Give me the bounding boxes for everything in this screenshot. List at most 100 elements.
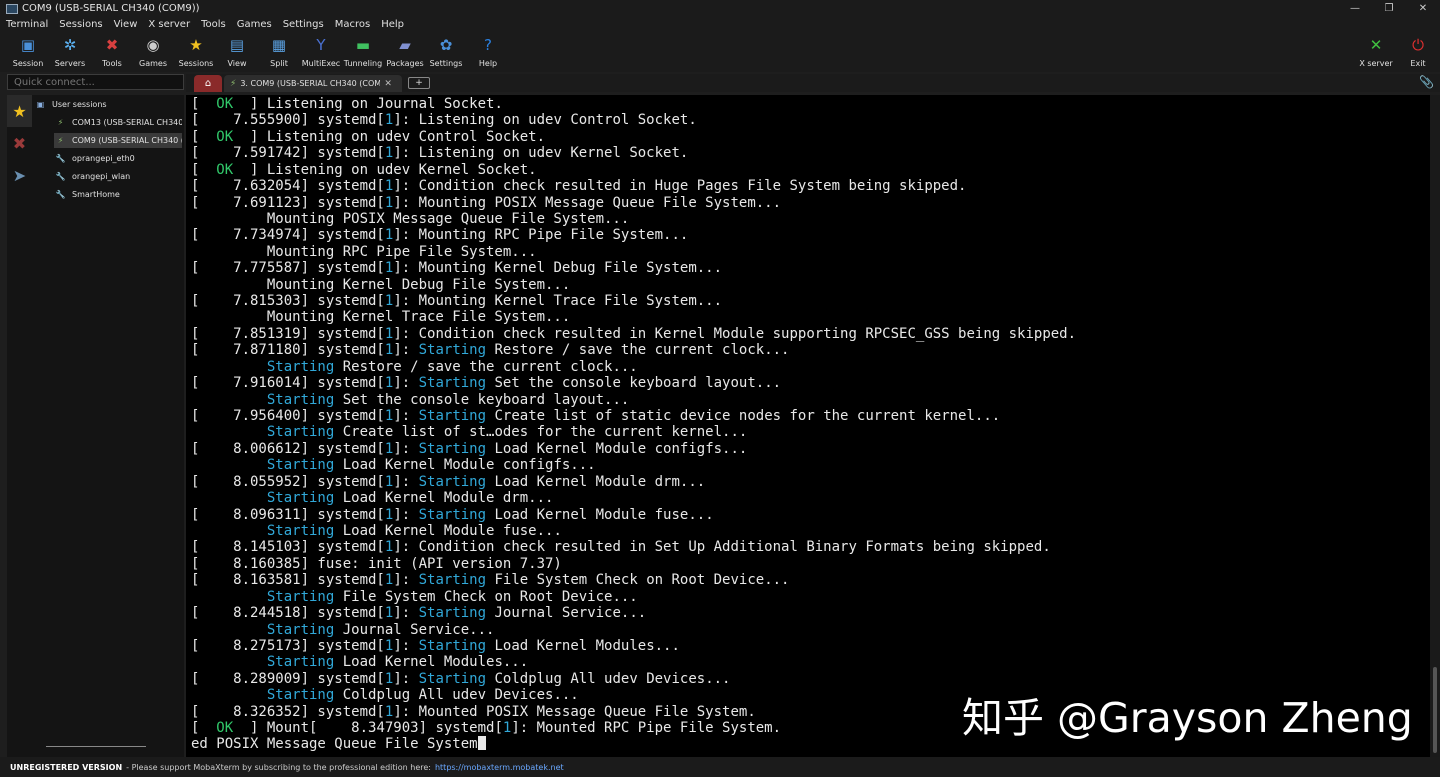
close-window-button[interactable]: ✕ (1406, 0, 1440, 17)
terminal-output[interactable]: [ OK ] Listening on Journal Socket.[ 7.5… (186, 95, 1430, 757)
close-tab-icon[interactable]: ✕ (384, 79, 392, 89)
menu-sessions[interactable]: Sessions (59, 19, 102, 30)
terminal-text: ]: (393, 506, 419, 523)
settings-toolbar-button[interactable]: ✿ Settings (426, 34, 466, 70)
tree-item-session[interactable]: 🔧 SmartHome (54, 187, 182, 202)
sidetab-sessions[interactable]: ★ (7, 95, 32, 127)
tree-item-session[interactable]: 🔧 oprangepi_eth0 (54, 151, 182, 166)
maximize-button[interactable]: ❐ (1372, 0, 1406, 17)
tree-item-session[interactable]: ⚡ COM13 (USB-SERIAL CH340 (COM13)) (54, 115, 182, 130)
tree-item-label: COM9 (USB-SERIAL CH340 (COM9)) (72, 136, 182, 145)
terminal-text: [ 8.275173] systemd[ (191, 637, 385, 654)
session-tree: ▣ User sessions ⚡ COM13 (USB-SERIAL CH340 (… (32, 95, 184, 757)
tools-toolbar-button[interactable]: ✖ Tools (92, 34, 132, 70)
menu-settings[interactable]: Settings (283, 19, 324, 30)
terminal-line: [ 7.632054] systemd[1]: Condition check … (191, 178, 1430, 194)
terminal-scrollbar[interactable] (1430, 95, 1440, 757)
tree-item-label: orangepi_wlan (72, 172, 131, 181)
terminal-text: Restore / save the current clock... (334, 358, 638, 375)
terminal-text: ]: Mounted RPC Pipe File System. (511, 720, 782, 737)
terminal-text: Starting (266, 588, 335, 605)
terminal-line: [ 7.871180] systemd[1]: Starting Restore… (191, 342, 1430, 358)
terminal-text: Set the console keyboard layout... (334, 391, 630, 408)
menu-games[interactable]: Games (237, 19, 272, 30)
attach-icon[interactable]: 📎 (1419, 75, 1434, 89)
x-server-toolbar-button[interactable]: ✕ X server (1356, 34, 1396, 70)
terminal-line: [ 7.591742] systemd[1]: Listening on ude… (191, 145, 1430, 161)
terminal-line: Starting File System Check on Root Devic… (191, 589, 1430, 605)
terminal-text: ] Listening on udev Kernel Socket. (233, 161, 537, 178)
terminal-line: [ 8.055952] systemd[1]: Starting Load Ke… (191, 474, 1430, 490)
toolbar-button-label: Tools (102, 59, 122, 68)
servers-toolbar-button[interactable]: ✲ Servers (50, 34, 90, 70)
terminal-text: Starting (418, 670, 487, 687)
terminal-text: ] Mount[ 8.347903] systemd[ (233, 720, 503, 737)
exit-toolbar-button[interactable]: ⏻ Exit (1398, 34, 1438, 70)
menu-tools[interactable]: Tools (201, 19, 226, 30)
menu-macros[interactable]: Macros (335, 19, 370, 30)
terminal-text: Mounting POSIX Message Queue File System… (191, 210, 630, 227)
terminal-text: [ 7.591742] systemd[ (191, 145, 385, 162)
help-toolbar-button[interactable]: ? Help (468, 34, 508, 70)
support-message: - Please support MobaXterm by subscribin… (126, 762, 431, 772)
terminal-line: Mounting Kernel Trace File System... (191, 309, 1430, 325)
subscribe-link[interactable]: https://mobaxterm.mobatek.net (435, 763, 564, 772)
star-icon: ★ (189, 36, 203, 54)
menu-help[interactable]: Help (381, 19, 404, 30)
terminal-line: Mounting POSIX Message Queue File System… (191, 211, 1430, 227)
packages-toolbar-button[interactable]: ▰ Packages (385, 34, 425, 70)
star-icon: ★ (12, 101, 27, 121)
exit-icon: ⏻ (1412, 36, 1424, 54)
tree-divider (46, 746, 146, 747)
terminal-line: Starting Restore / save the current cloc… (191, 359, 1430, 375)
terminal-line: Starting Load Kernel Module fuse... (191, 523, 1430, 539)
terminal-text: [ 8.006612] systemd[ (191, 440, 385, 457)
session-icon: ▣ (20, 36, 36, 54)
menu-bar: Terminal Sessions View X server Tools Ga… (0, 17, 1440, 32)
terminal-text: Starting (418, 572, 487, 589)
terminal-text: ]: Mounting Kernel Debug File System... (393, 260, 723, 277)
home-tab[interactable]: ⌂ (194, 75, 222, 92)
view-toolbar-button[interactable]: ▤ View (217, 34, 257, 70)
split-toolbar-button[interactable]: ▦ Split (259, 34, 299, 70)
status-bar: UNREGISTERED VERSION - Please support Mo… (0, 757, 1440, 777)
terminal-text: [ 8.055952] systemd[ (191, 473, 385, 490)
multiexec-icon: Y (316, 36, 326, 54)
terminal-text: ]: (393, 572, 419, 589)
terminal-text: ]: Mounted POSIX Message Queue File Syst… (393, 703, 756, 720)
toolbar-button-label: Servers (54, 59, 86, 68)
terminal-line: [ 7.851319] systemd[1]: Condition check … (191, 326, 1430, 342)
tree-folder-user-sessions[interactable]: ▣ User sessions (34, 97, 182, 112)
terminal-text: [ 8.244518] systemd[ (191, 605, 385, 622)
tree-item-session[interactable]: 🔧 orangepi_wlan (54, 169, 182, 184)
terminal-text: [ 8.289009] systemd[ (191, 670, 385, 687)
sidetab-send[interactable]: ➤ (7, 159, 32, 191)
tab-com9[interactable]: ⚡ 3. COM9 (USB-SERIAL CH340 (COM9)) ✕ (224, 75, 402, 92)
scrollbar-thumb[interactable] (1433, 667, 1437, 753)
menu-terminal[interactable]: Terminal (6, 19, 48, 30)
sessions-toolbar-button[interactable]: ★ Sessions (176, 34, 216, 70)
minimize-button[interactable]: — (1338, 0, 1372, 17)
new-tab-button[interactable]: + (408, 77, 430, 89)
multiexec-toolbar-button[interactable]: Y MultiExec (301, 34, 341, 70)
terminal-text: ]: Listening on udev Kernel Socket. (393, 145, 689, 162)
terminal-text: Starting (266, 654, 335, 671)
menu-xserver[interactable]: X server (148, 19, 190, 30)
toolbar-button-label: Games (139, 59, 167, 68)
tools-icon: ✖ (12, 133, 27, 153)
quick-connect-input[interactable] (7, 74, 184, 90)
menu-view[interactable]: View (114, 19, 138, 30)
session-toolbar-button[interactable]: ▣ Session (8, 34, 48, 70)
tree-item-session[interactable]: ⚡ COM9 (USB-SERIAL CH340 (COM9)) (54, 133, 182, 148)
terminal-line: [ 8.006612] systemd[1]: Starting Load Ke… (191, 441, 1430, 457)
games-toolbar-button[interactable]: ◉ Games (133, 34, 173, 70)
games-icon: ◉ (146, 36, 160, 54)
toolbar-button-label: Help (478, 59, 498, 68)
tunneling-toolbar-button[interactable]: ▬ Tunneling (343, 34, 383, 70)
terminal-text: OK (216, 128, 234, 145)
sidetab-tools[interactable]: ✖ (7, 127, 32, 159)
terminal-text: Restore / save the current clock... (486, 342, 790, 359)
